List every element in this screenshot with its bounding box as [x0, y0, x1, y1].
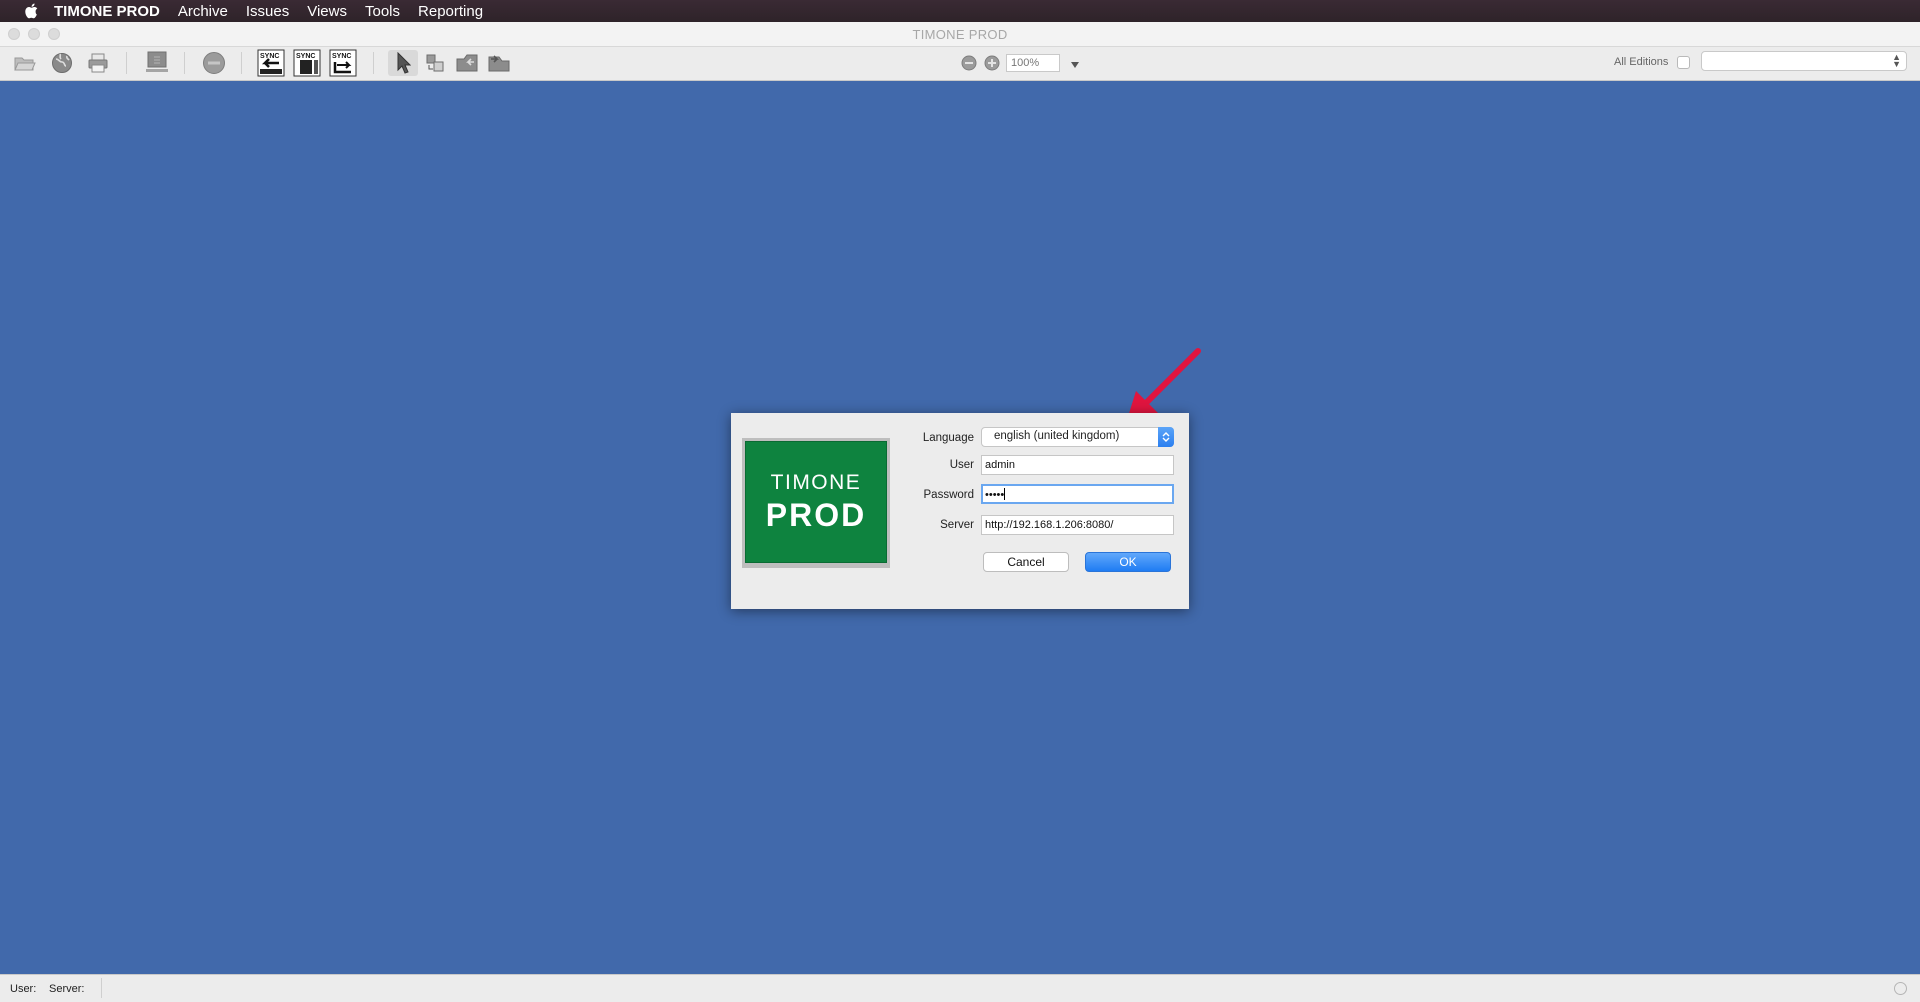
window-title-bar: TIMONE PROD	[0, 22, 1920, 47]
logo-text-line1: TIMONE	[770, 470, 862, 494]
menu-issues[interactable]: Issues	[246, 3, 289, 20]
caret-down-icon	[1071, 62, 1079, 68]
menu-reporting[interactable]: Reporting	[418, 3, 483, 20]
server-label: Server	[940, 519, 974, 531]
insert-right-button[interactable]	[485, 50, 513, 76]
sync-doc-button[interactable]: SYNC	[292, 49, 322, 77]
svg-text:SYNC: SYNC	[332, 53, 351, 60]
insert-right-icon	[488, 55, 510, 72]
language-select-value: english (united kingdom)	[994, 430, 1120, 442]
zoom-in-icon	[984, 55, 1000, 71]
status-divider	[101, 978, 102, 998]
move-tool-button[interactable]	[422, 50, 448, 76]
zoom-window-button[interactable]	[48, 28, 60, 40]
password-value: •••••	[985, 489, 1005, 501]
menu-tools[interactable]: Tools	[365, 3, 400, 20]
menu-views[interactable]: Views	[307, 3, 347, 20]
language-stepper-icon[interactable]	[1158, 427, 1174, 447]
move-layers-icon	[426, 54, 444, 72]
window-controls	[8, 28, 60, 40]
zoom-in-button[interactable]	[983, 50, 1001, 76]
pointer-icon	[397, 52, 411, 74]
edition-select[interactable]: ▲ ▼	[1701, 51, 1907, 71]
printer-icon	[88, 53, 108, 73]
status-bar: User: Server:	[0, 974, 1920, 1002]
all-editions-label: All Editions	[1614, 56, 1669, 68]
minimize-window-button[interactable]	[28, 28, 40, 40]
server-input[interactable]: http://192.168.1.206:8080/	[981, 515, 1174, 535]
user-input[interactable]: admin	[981, 455, 1174, 475]
sync-right-icon: SYNC	[329, 49, 357, 77]
print-button[interactable]	[85, 50, 111, 76]
zoom-out-icon	[961, 55, 977, 71]
insert-left-button[interactable]	[453, 50, 481, 76]
zoom-dropdown-button[interactable]	[1070, 56, 1080, 74]
menu-bar: TIMONE PROD Archive Issues Views Tools R…	[0, 0, 1920, 22]
password-input[interactable]: •••••	[981, 484, 1174, 504]
ok-button[interactable]: OK	[1085, 552, 1171, 572]
logo-text-line2: PROD	[765, 496, 867, 533]
language-label: Language	[922, 432, 974, 444]
upload-button[interactable]	[143, 50, 171, 76]
status-user-label: User:	[10, 983, 37, 995]
zoom-out-button[interactable]	[960, 50, 978, 76]
sync-doc-icon: SYNC	[293, 49, 321, 77]
open-folder-button[interactable]	[12, 50, 38, 76]
cancel-button[interactable]: Cancel	[983, 552, 1069, 572]
stop-icon	[203, 52, 225, 74]
toolbar: SYNC SYNC SYNC 100% All Editions ▲ ▼	[0, 47, 1920, 81]
svg-text:SYNC: SYNC	[260, 53, 279, 60]
sync-left-icon: SYNC	[257, 49, 285, 77]
menu-archive[interactable]: Archive	[178, 3, 228, 20]
folder-icon	[14, 57, 36, 71]
user-label: User	[949, 459, 974, 471]
zoom-input[interactable]: 100%	[1006, 54, 1060, 72]
globe-icon	[52, 53, 72, 73]
menu-app-name[interactable]: TIMONE PROD	[54, 3, 160, 20]
all-editions-checkbox[interactable]	[1677, 56, 1690, 69]
pointer-tool-button[interactable]	[388, 50, 418, 76]
apple-icon[interactable]	[20, 0, 42, 22]
login-dialog: TIMONE PROD Language english (united kin…	[731, 413, 1189, 609]
language-select[interactable]: english (united kingdom)	[981, 427, 1174, 447]
select-arrows-icon: ▲ ▼	[1892, 52, 1901, 69]
svg-text:SYNC: SYNC	[296, 53, 315, 60]
status-server-label: Server:	[49, 983, 85, 995]
stop-button[interactable]	[200, 50, 228, 76]
activity-spinner-icon	[1894, 982, 1907, 995]
globe-button[interactable]	[49, 50, 75, 76]
window-title: TIMONE PROD	[912, 26, 1008, 42]
sync-left-button[interactable]: SYNC	[256, 49, 286, 77]
insert-left-icon	[456, 54, 478, 72]
logo-frame: TIMONE PROD	[742, 438, 890, 568]
password-label: Password	[923, 489, 975, 501]
sync-right-button[interactable]: SYNC	[328, 49, 358, 77]
upload-icon	[146, 51, 168, 72]
timone-prod-logo: TIMONE PROD	[745, 441, 887, 563]
close-window-button[interactable]	[8, 28, 20, 40]
